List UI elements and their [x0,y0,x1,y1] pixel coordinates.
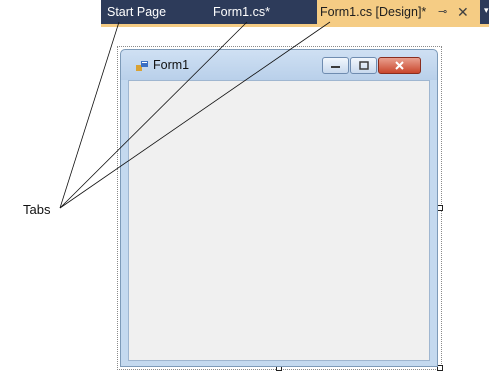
tab-form1-design[interactable]: Form1.cs [Design]* ⊸ ✕ [317,0,480,24]
pin-icon[interactable]: ⊸ [438,0,447,24]
maximize-icon [359,61,369,70]
visual-studio-editor: Start Page Form1.cs* Form1.cs [Design]* … [101,0,489,384]
close-window-button[interactable] [378,57,421,74]
form-app-icon [136,61,148,71]
form-client-area[interactable] [128,80,430,361]
form-title: Form1 [153,58,190,72]
maximize-button[interactable] [350,57,377,74]
form-window[interactable]: Form1 [120,49,438,367]
tabs-callout-label: Tabs [23,202,51,217]
minimize-button[interactable] [322,57,349,74]
form-titlebar[interactable]: Form1 [121,50,437,80]
close-window-icon [395,61,404,70]
tab-form1-design-label: Form1.cs [Design]* [320,5,427,19]
close-icon[interactable]: ✕ [457,0,469,24]
minimize-icon [331,66,340,68]
document-tab-strip: Start Page Form1.cs* Form1.cs [Design]* … [101,0,489,27]
overflow-icon[interactable]: ▾ [484,6,489,16]
design-surface: Form1 [101,27,489,384]
tab-form1-code[interactable]: Form1.cs* [213,0,270,24]
tab-start-page[interactable]: Start Page [107,0,166,24]
